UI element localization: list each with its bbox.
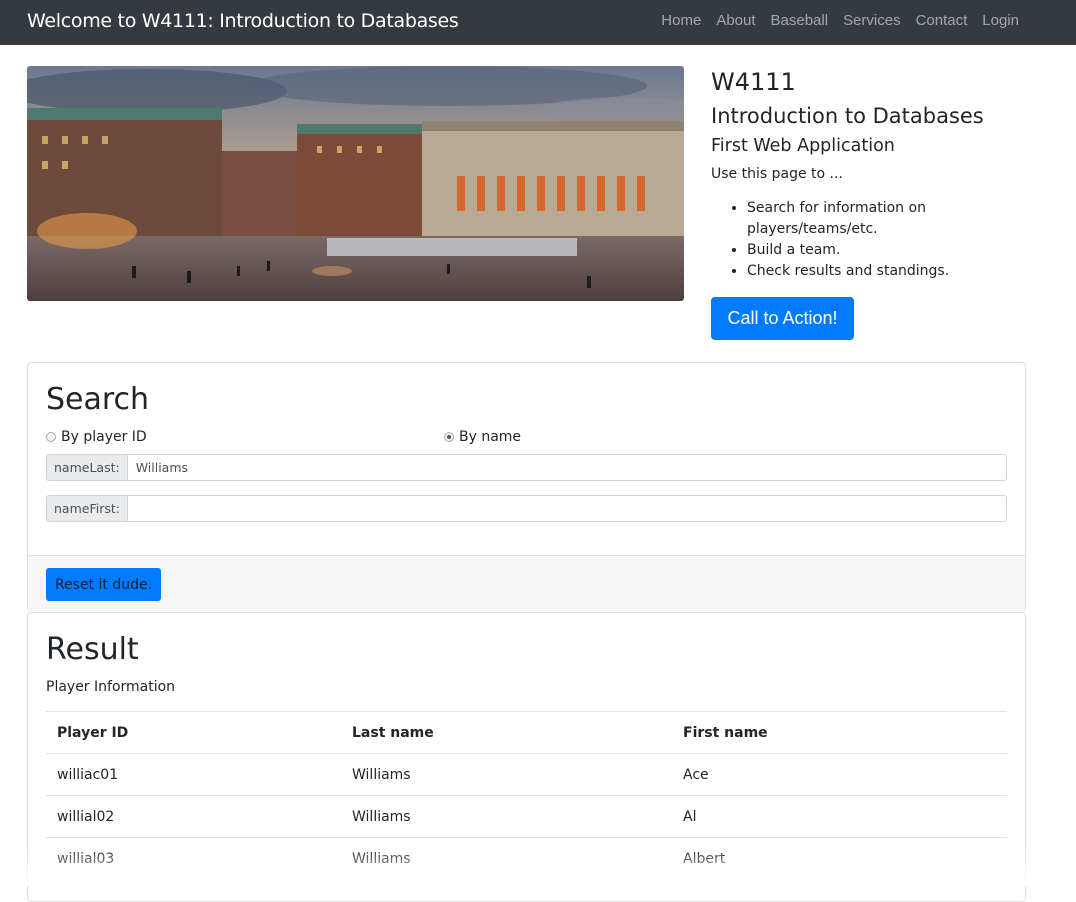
name-last-group: nameLast: xyxy=(46,454,1007,481)
brand-title[interactable]: Welcome to W4111: Introduction to Databa… xyxy=(27,10,459,32)
cell-first-name: Albert xyxy=(672,837,1007,880)
intro-lead: Use this page to ... xyxy=(711,166,843,182)
search-footer: Reset it dude. xyxy=(28,555,1025,612)
cell-last-name: Williams xyxy=(341,795,672,838)
intro-bullet-list: Search for information on players/teams/… xyxy=(711,198,1041,282)
radio-label: By name xyxy=(459,429,522,445)
list-item: Build a team. xyxy=(747,240,1041,261)
list-item: Check results and standings. xyxy=(747,261,1041,282)
column-header-player-id: Player ID xyxy=(46,711,341,754)
search-card: Search By player ID By name nameLast: na… xyxy=(27,362,1026,612)
name-last-input[interactable] xyxy=(126,454,1007,481)
column-header-first-name: First name xyxy=(672,711,1007,754)
result-card: Result Player Information Player ID Last… xyxy=(27,612,1026,902)
cell-player-id: willial02 xyxy=(46,795,341,838)
nav-baseball[interactable]: Baseball xyxy=(771,12,829,29)
campus-photo xyxy=(27,66,684,301)
table-header-row: Player ID Last name First name xyxy=(46,711,1007,754)
column-header-last-name: Last name xyxy=(341,711,672,754)
radio-by-player-id[interactable]: By player ID xyxy=(46,429,147,445)
nav-services[interactable]: Services xyxy=(843,12,901,29)
nav-contact[interactable]: Contact xyxy=(916,12,968,29)
nav-home[interactable]: Home xyxy=(661,12,701,29)
intro-subtitle: Introduction to Databases xyxy=(711,104,984,128)
cell-last-name: Williams xyxy=(341,753,672,796)
name-last-label: nameLast: xyxy=(46,454,127,481)
cell-player-id: williac01 xyxy=(46,753,341,796)
radio-icon[interactable] xyxy=(46,432,56,442)
nav-about[interactable]: About xyxy=(716,12,755,29)
name-first-input[interactable] xyxy=(126,495,1007,522)
radio-by-name[interactable]: By name xyxy=(444,429,521,445)
nav-login[interactable]: Login xyxy=(982,12,1019,29)
radio-label: By player ID xyxy=(61,429,147,445)
name-first-label: nameFirst: xyxy=(46,495,127,522)
cell-first-name: Al xyxy=(672,795,1007,838)
intro-heading: First Web Application xyxy=(711,136,895,156)
result-table: Player ID Last name First name williac01… xyxy=(46,711,1007,880)
radio-icon[interactable] xyxy=(444,432,454,442)
navbar: Welcome to W4111: Introduction to Databa… xyxy=(0,0,1076,45)
table-row: willial03 Williams Albert xyxy=(46,837,1007,880)
result-title: Result xyxy=(46,632,139,667)
intro-panel: W4111 Introduction to Databases First We… xyxy=(711,66,1041,340)
cell-last-name: Williams xyxy=(341,837,672,880)
table-row: williac01 Williams Ace xyxy=(46,753,1007,796)
reset-button[interactable]: Reset it dude. xyxy=(46,568,161,601)
name-first-group: nameFirst: xyxy=(46,495,1007,522)
call-to-action-button[interactable]: Call to Action! xyxy=(711,297,854,340)
result-subtitle: Player Information xyxy=(46,679,176,695)
table-row: willial02 Williams Al xyxy=(46,795,1007,838)
intro-title: W4111 xyxy=(711,68,796,96)
list-item: Search for information on players/teams/… xyxy=(747,198,1041,240)
cell-first-name: Ace xyxy=(672,753,1007,796)
search-title: Search xyxy=(46,382,150,417)
nav-links: Home About Baseball Services Contact Log… xyxy=(661,12,1019,29)
cell-player-id: willial03 xyxy=(46,837,341,880)
